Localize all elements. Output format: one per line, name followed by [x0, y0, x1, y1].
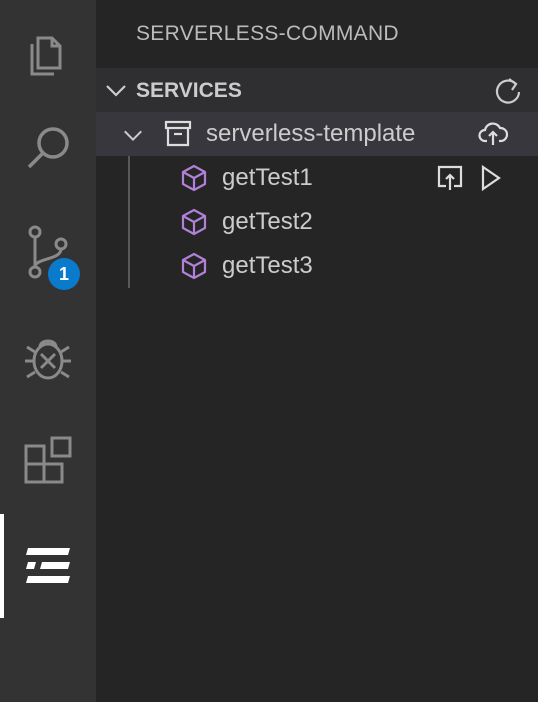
explorer-icon	[30, 36, 62, 76]
serverless-icon	[26, 548, 70, 583]
services-section-title: SERVICES	[136, 79, 242, 102]
debug-icon	[25, 339, 71, 380]
cube-icon	[181, 164, 207, 192]
search-tab[interactable]	[0, 96, 96, 200]
search-icon	[27, 127, 69, 169]
function-row[interactable]: getTest1	[96, 156, 538, 200]
cube-icon	[181, 208, 207, 236]
archive-icon	[164, 120, 192, 147]
chevron-down-icon	[124, 130, 142, 142]
serverless-tab[interactable]	[0, 514, 96, 618]
function-row[interactable]: getTest2	[96, 200, 538, 244]
play-icon[interactable]	[478, 164, 502, 192]
function-name: getTest2	[222, 208, 313, 235]
refresh-icon[interactable]	[494, 76, 522, 104]
services-section-header[interactable]: SERVICES	[96, 68, 538, 112]
extensions-icon	[24, 436, 72, 484]
chevron-down-icon	[106, 85, 126, 97]
sidebar: SERVERLESS-COMMAND SERVICES serverless-t…	[96, 0, 538, 702]
activity-bar: 1	[0, 0, 96, 702]
explorer-tab[interactable]	[0, 0, 96, 104]
cube-icon	[181, 252, 207, 280]
cloud-upload-icon[interactable]	[478, 120, 508, 148]
extensions-tab[interactable]	[0, 410, 96, 514]
source-control-badge: 1	[48, 258, 80, 290]
service-row[interactable]: serverless-template	[96, 112, 538, 156]
debug-tab[interactable]	[0, 306, 96, 410]
function-name: getTest3	[222, 252, 313, 279]
sidebar-title: SERVERLESS-COMMAND	[136, 22, 399, 45]
function-name: getTest1	[222, 164, 313, 191]
service-name: serverless-template	[206, 120, 416, 147]
source-control-tab[interactable]	[0, 200, 96, 304]
deploy-function-icon[interactable]	[436, 164, 464, 192]
function-row[interactable]: getTest3	[96, 244, 538, 288]
